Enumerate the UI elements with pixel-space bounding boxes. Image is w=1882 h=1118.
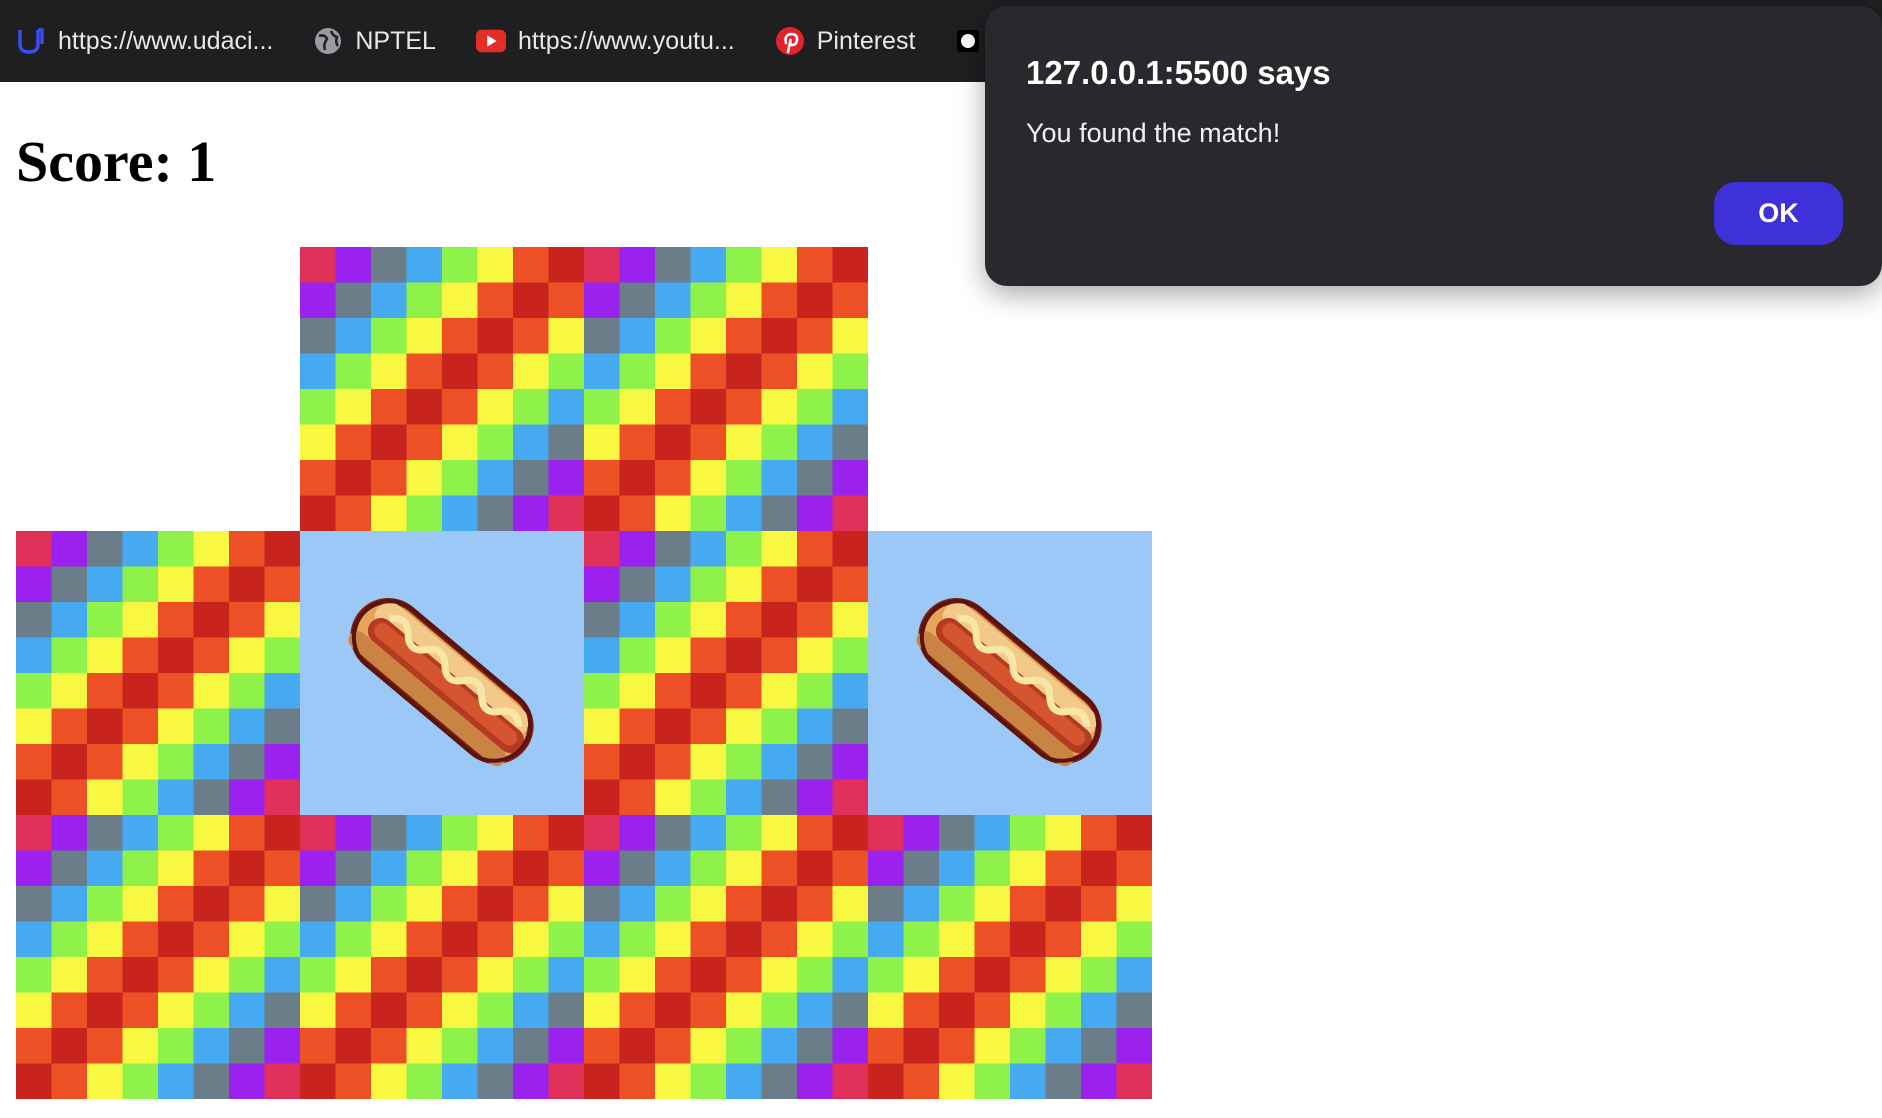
- bookmark-partial[interactable]: [955, 26, 985, 56]
- card-face-down[interactable]: [300, 247, 584, 531]
- card-face-down[interactable]: [16, 815, 300, 1099]
- hotdog-image: [348, 598, 534, 767]
- card-face-down[interactable]: [300, 815, 584, 1099]
- bookmark-label: https://www.youtu...: [517, 26, 735, 55]
- card-face-down[interactable]: [868, 815, 1152, 1099]
- dialog-title: 127.0.0.1:5500 says: [1026, 54, 1331, 91]
- udacity-icon: [16, 26, 46, 56]
- card-slot-empty: [868, 247, 1152, 531]
- bookmark-favicon-icon: [955, 26, 985, 56]
- dialog-message: You found the match!: [1026, 118, 1281, 148]
- card-revealed: [300, 531, 584, 815]
- bookmark-label: https://www.udaci...: [58, 26, 274, 55]
- pinterest-icon: [775, 26, 805, 56]
- globe-icon: [313, 26, 343, 56]
- bookmark-nptel[interactable]: NPTEL: [313, 26, 436, 56]
- score-heading: Score: 1: [16, 129, 217, 194]
- card-revealed: [868, 531, 1152, 815]
- card-face-down[interactable]: [584, 247, 868, 531]
- bookmark-udacity[interactable]: https://www.udaci...: [16, 26, 273, 56]
- youtube-icon: [475, 26, 506, 56]
- card-face-down[interactable]: [584, 531, 868, 815]
- bookmark-label: Pinterest: [816, 26, 916, 55]
- card-grid: [16, 247, 1152, 1099]
- ok-button[interactable]: OK: [1714, 182, 1843, 245]
- card-face-down[interactable]: [584, 815, 868, 1099]
- bookmark-label: NPTEL: [355, 26, 436, 55]
- bookmark-youtube[interactable]: https://www.youtu...: [475, 26, 735, 56]
- card-slot-empty: [16, 247, 300, 531]
- hotdog-image: [916, 598, 1102, 767]
- bookmark-pinterest[interactable]: Pinterest: [775, 26, 916, 56]
- card-face-down[interactable]: [16, 531, 300, 815]
